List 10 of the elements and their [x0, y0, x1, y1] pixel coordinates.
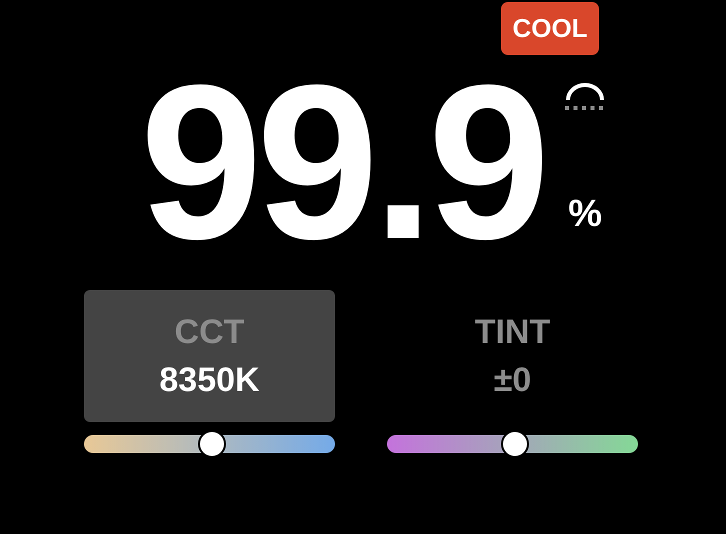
- parameter-panel[interactable]: CCT 8350K: [84, 290, 335, 422]
- parameter-panel[interactable]: TINT ±0: [387, 290, 638, 422]
- parameter-value: 8350K: [159, 362, 260, 398]
- percent-unit: %: [568, 195, 602, 233]
- mode-badge: COOL: [501, 2, 599, 55]
- intensity-value: 99.9: [140, 52, 544, 272]
- parameter-value: ±0: [494, 362, 532, 398]
- parameter-label: TINT: [474, 314, 550, 350]
- arc-icon: [564, 82, 606, 111]
- parameter-label: CCT: [174, 314, 244, 350]
